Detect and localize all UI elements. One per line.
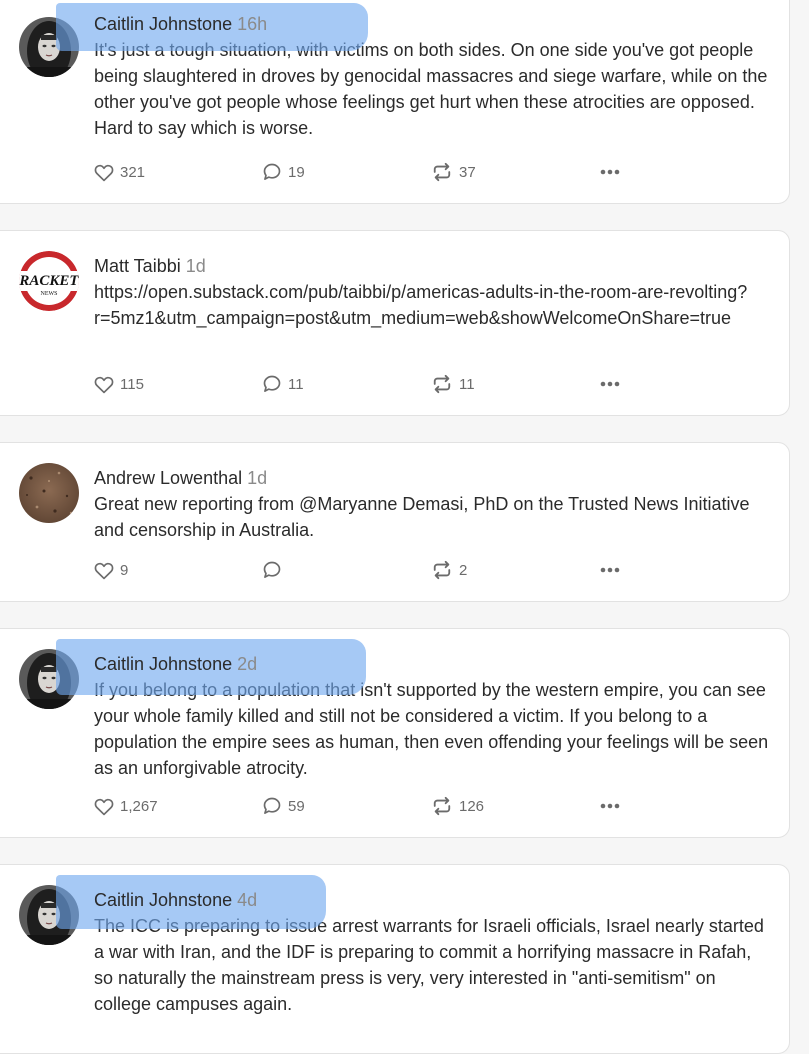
more-options-button[interactable] <box>600 795 620 817</box>
comment-button[interactable]: 59 <box>262 795 305 817</box>
comment-count: 59 <box>288 797 305 815</box>
more-options-button[interactable] <box>600 161 620 183</box>
restack-arrows-icon <box>433 374 451 394</box>
racket-news-logo-icon: RACKET NEWS <box>19 251 79 311</box>
ellipsis-icon <box>600 567 620 573</box>
heart-icon <box>94 164 114 181</box>
more-options-button[interactable] <box>600 373 620 395</box>
timestamp[interactable]: 2d <box>237 654 257 674</box>
restack-button[interactable]: 2 <box>431 559 467 581</box>
logo-text: RACKET <box>19 273 79 289</box>
timestamp[interactable]: 4d <box>237 890 257 910</box>
speech-bubble-icon <box>263 375 281 392</box>
action-bar: 9 2 <box>94 559 771 581</box>
note-body[interactable]: Great new reporting from @Maryanne Demas… <box>94 491 771 543</box>
heart-icon <box>94 562 114 579</box>
heart-icon <box>94 798 114 815</box>
author-name[interactable]: Matt Taibbi <box>94 256 181 276</box>
like-count: 9 <box>120 561 129 579</box>
note-card[interactable]: Andrew Lowenthal 1d Great new reporting … <box>0 442 790 602</box>
restack-arrows-icon <box>433 560 451 580</box>
like-count: 321 <box>120 163 146 181</box>
note-header: Matt Taibbi 1d <box>94 253 771 279</box>
comment-button[interactable]: 19 <box>262 161 305 183</box>
like-count: 1,267 <box>120 797 158 815</box>
note-body[interactable]: The ICC is preparing to issue arrest war… <box>94 913 771 1017</box>
note-header: Caitlin Johnstone 2d <box>56 639 771 695</box>
avatar[interactable] <box>19 885 79 945</box>
comment-button[interactable]: 11 <box>262 373 304 395</box>
note-link[interactable]: https://open.substack.com/pub/taibbi/p/a… <box>94 279 771 331</box>
avatar[interactable]: RACKET NEWS <box>19 251 79 311</box>
like-button[interactable]: 115 <box>94 373 144 395</box>
restack-count: 37 <box>459 163 476 181</box>
action-bar: 115 11 11 <box>94 373 771 395</box>
caitlin-portrait-icon <box>19 649 79 709</box>
comment-button[interactable] <box>262 559 288 581</box>
restack-arrows-icon <box>433 796 451 816</box>
restack-button[interactable]: 37 <box>431 161 476 183</box>
speech-bubble-icon <box>263 561 281 578</box>
timestamp[interactable]: 1d <box>247 468 267 488</box>
like-button[interactable]: 321 <box>94 161 145 183</box>
textured-brown-icon <box>19 463 79 523</box>
note-card[interactable]: Caitlin Johnstone 2d If you belong to a … <box>0 628 790 838</box>
like-button[interactable]: 9 <box>94 559 128 581</box>
author-name[interactable]: Caitlin Johnstone <box>94 890 232 910</box>
avatar[interactable] <box>19 17 79 77</box>
heart-icon <box>94 376 114 393</box>
comment-count: 19 <box>288 163 305 181</box>
timestamp[interactable]: 16h <box>237 14 267 34</box>
ellipsis-icon <box>600 803 620 809</box>
like-count: 115 <box>120 375 144 393</box>
note-card[interactable]: Caitlin Johnstone 16h It's just a tough … <box>0 0 790 204</box>
action-bar: 1,267 59 126 <box>94 795 771 817</box>
action-bar: 321 19 37 <box>94 161 771 183</box>
speech-bubble-icon <box>263 797 281 814</box>
note-card[interactable]: RACKET NEWS Matt Taibbi 1d https://open.… <box>0 230 790 416</box>
note-header: Andrew Lowenthal 1d <box>94 465 771 491</box>
caitlin-portrait-icon <box>19 885 79 945</box>
note-header: Caitlin Johnstone 4d <box>56 875 771 929</box>
ellipsis-icon <box>600 381 620 387</box>
note-card[interactable]: Caitlin Johnstone 4d The ICC is preparin… <box>0 864 790 1054</box>
avatar[interactable] <box>19 649 79 709</box>
restack-arrows-icon <box>433 162 451 182</box>
timestamp[interactable]: 1d <box>186 256 206 276</box>
avatar[interactable] <box>19 463 79 523</box>
restack-count: 11 <box>459 375 475 393</box>
author-name[interactable]: Andrew Lowenthal <box>94 468 242 488</box>
caitlin-portrait-icon <box>19 17 79 77</box>
restack-count: 2 <box>459 561 468 579</box>
more-options-button[interactable] <box>600 559 620 581</box>
author-name[interactable]: Caitlin Johnstone <box>94 14 232 34</box>
restack-count: 126 <box>459 797 485 815</box>
restack-button[interactable]: 11 <box>431 373 475 395</box>
author-name[interactable]: Caitlin Johnstone <box>94 654 232 674</box>
note-body[interactable]: It's just a tough situation, with victim… <box>94 37 771 141</box>
speech-bubble-icon <box>263 163 281 180</box>
restack-button[interactable]: 126 <box>431 795 484 817</box>
logo-subtext: NEWS <box>41 291 58 297</box>
like-button[interactable]: 1,267 <box>94 795 158 817</box>
note-body[interactable]: If you belong to a population that isn't… <box>94 677 771 781</box>
comment-count: 11 <box>288 375 304 393</box>
note-header: Caitlin Johnstone 16h <box>56 3 771 51</box>
ellipsis-icon <box>600 169 620 175</box>
